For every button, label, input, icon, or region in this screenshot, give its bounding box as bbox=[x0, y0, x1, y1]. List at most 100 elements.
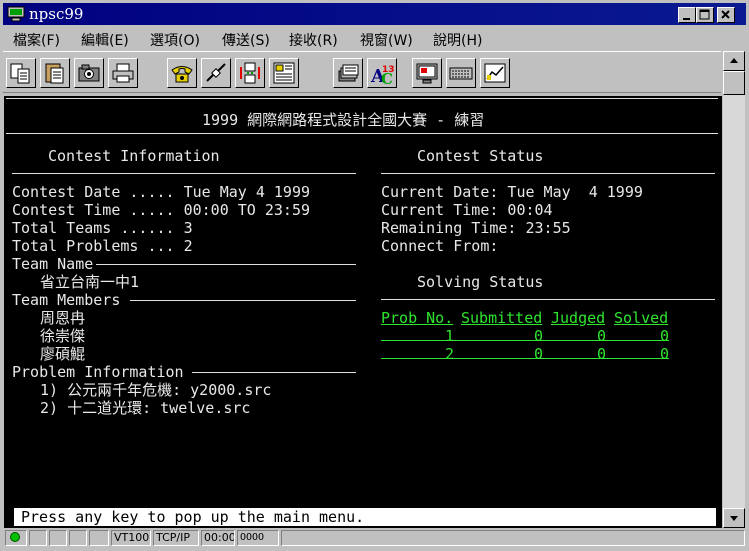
display-button[interactable] bbox=[412, 58, 442, 88]
table-header-solved: Solved bbox=[614, 309, 669, 327]
solving-status-heading: Solving Status bbox=[417, 273, 544, 291]
team-member: 周恩冉 bbox=[40, 309, 86, 327]
vertical-scrollbar[interactable] bbox=[723, 51, 745, 528]
statistics-button[interactable] bbox=[480, 58, 510, 88]
menu-file[interactable]: 檔案(F) bbox=[13, 30, 60, 50]
status-cell bbox=[29, 530, 47, 546]
title-bar[interactable]: npsc99 bbox=[3, 3, 746, 25]
disconnect-icon bbox=[206, 63, 226, 82]
stack-icon bbox=[338, 64, 359, 82]
team-name-label: Team Name bbox=[12, 255, 94, 273]
terminal-window: npsc99 檔案(F) 編輯(E) 選項(O) 傳送(S) 接收(R) 視窗(… bbox=[0, 0, 749, 551]
minimize-button[interactable] bbox=[678, 7, 696, 23]
team-members-divider bbox=[130, 300, 356, 301]
current-time: Current Time: 00:04 bbox=[381, 201, 553, 219]
menu-edit[interactable]: 編輯(E) bbox=[81, 30, 129, 50]
row-prob-no: 1 bbox=[445, 327, 455, 345]
scroll-thumb[interactable] bbox=[723, 71, 745, 95]
table-row-line bbox=[381, 358, 669, 359]
terminal-app-icon[interactable] bbox=[7, 6, 25, 22]
menu-help[interactable]: 說明(H) bbox=[433, 30, 482, 50]
team-name: 省立台南一中1 bbox=[40, 273, 140, 291]
problem-info-divider bbox=[192, 372, 356, 373]
layout-icon bbox=[273, 62, 295, 84]
indicator-status: OOOO bbox=[237, 530, 279, 546]
menu-window[interactable]: 視窗(W) bbox=[360, 30, 413, 50]
status-message bbox=[281, 530, 745, 546]
dial-button[interactable] bbox=[167, 58, 197, 88]
emulation-status: VT100 bbox=[111, 530, 151, 546]
contest-status-heading: Contest Status bbox=[417, 147, 544, 165]
row-solved: 0 bbox=[660, 345, 670, 363]
protocol-status: TCP/IP bbox=[153, 530, 199, 546]
contest-info-heading: Contest Information bbox=[48, 147, 220, 165]
svg-text:13: 13 bbox=[382, 65, 394, 75]
window-title: npsc99 bbox=[29, 5, 84, 23]
contest-time: Contest Time ..... 00:00 TO 23:59 bbox=[12, 201, 311, 219]
contest-date: Contest Date ..... Tue May 4 1999 bbox=[12, 183, 311, 201]
prompt-bar[interactable]: Press any key to pop up the main menu. bbox=[14, 508, 716, 526]
hangup-button[interactable] bbox=[201, 58, 231, 88]
team-name-divider bbox=[96, 264, 356, 265]
table-header-submitted: Submitted bbox=[461, 309, 543, 327]
toolbar: A C 13 bbox=[3, 51, 721, 93]
terminal-screen[interactable]: 1999 網際網路程式設計全國大賽 - 練習 Contest Informati… bbox=[4, 96, 722, 528]
transfer-icon bbox=[240, 62, 260, 84]
layout-button[interactable] bbox=[269, 58, 299, 88]
keyboard-icon bbox=[449, 67, 473, 80]
top-divider bbox=[6, 98, 718, 99]
menu-send[interactable]: 傳送(S) bbox=[222, 30, 270, 50]
spellcheck-icon: AC13 bbox=[370, 65, 394, 85]
contest-status-divider bbox=[381, 173, 715, 174]
close-icon bbox=[721, 10, 730, 19]
total-teams: Total Teams ...... 3 bbox=[12, 219, 193, 237]
team-member: 廖碩鯤 bbox=[40, 345, 86, 363]
status-cell bbox=[69, 530, 87, 546]
close-button[interactable] bbox=[717, 7, 735, 23]
paste-button[interactable] bbox=[40, 58, 70, 88]
status-bar: VT100 TCP/IP 00:00 OOOO bbox=[3, 529, 746, 548]
problem-info-label: Problem Information bbox=[12, 363, 184, 381]
current-date: Current Date: Tue May 4 1999 bbox=[381, 183, 643, 201]
monitor-icon bbox=[416, 63, 438, 84]
connection-indicator bbox=[5, 530, 27, 546]
scroll-up-button[interactable] bbox=[723, 51, 745, 71]
phone-icon bbox=[171, 66, 193, 83]
camera-icon bbox=[78, 64, 100, 82]
table-header-judged: Judged bbox=[551, 309, 606, 327]
keyboard-button[interactable] bbox=[446, 58, 476, 88]
scroll-down-button[interactable] bbox=[723, 508, 745, 528]
menu-receive[interactable]: 接收(R) bbox=[289, 30, 338, 50]
status-cell bbox=[89, 530, 109, 546]
print-button[interactable] bbox=[108, 58, 138, 88]
maximize-button[interactable] bbox=[696, 7, 714, 23]
menu-options[interactable]: 選項(O) bbox=[150, 30, 200, 50]
paste-icon bbox=[45, 63, 64, 84]
problem-item: 1) 公元兩千年危機: y2000.src bbox=[40, 381, 272, 399]
row-judged: 0 bbox=[597, 345, 607, 363]
contest-info-divider bbox=[12, 173, 356, 174]
clock-status: 00:00 bbox=[201, 530, 235, 546]
banner-divider bbox=[6, 133, 718, 134]
spellcheck-button[interactable]: A C 13 bbox=[367, 58, 397, 88]
capture-button[interactable] bbox=[74, 58, 104, 88]
table-header-prob-no: Prob No. bbox=[381, 309, 454, 327]
arrow-up-icon bbox=[730, 58, 738, 63]
maximize-icon bbox=[699, 9, 710, 20]
sessions-button[interactable] bbox=[333, 58, 363, 88]
printer-icon bbox=[112, 63, 134, 83]
transfer-button[interactable] bbox=[235, 58, 265, 88]
status-led-icon bbox=[10, 532, 20, 542]
arrow-down-icon bbox=[730, 516, 738, 521]
status-cell bbox=[49, 530, 67, 546]
table-row-line bbox=[381, 340, 669, 341]
row-judged: 0 bbox=[597, 327, 607, 345]
row-submitted: 0 bbox=[534, 345, 544, 363]
team-members-label: Team Members bbox=[12, 291, 121, 309]
copy-icon bbox=[10, 63, 30, 84]
menu-bar: 檔案(F) 編輯(E) 選項(O) 傳送(S) 接收(R) 視窗(W) 說明(H… bbox=[3, 27, 746, 49]
chart-icon bbox=[484, 63, 506, 83]
row-submitted: 0 bbox=[534, 327, 544, 345]
total-problems: Total Problems ... 2 bbox=[12, 237, 193, 255]
copy-button[interactable] bbox=[6, 58, 36, 88]
